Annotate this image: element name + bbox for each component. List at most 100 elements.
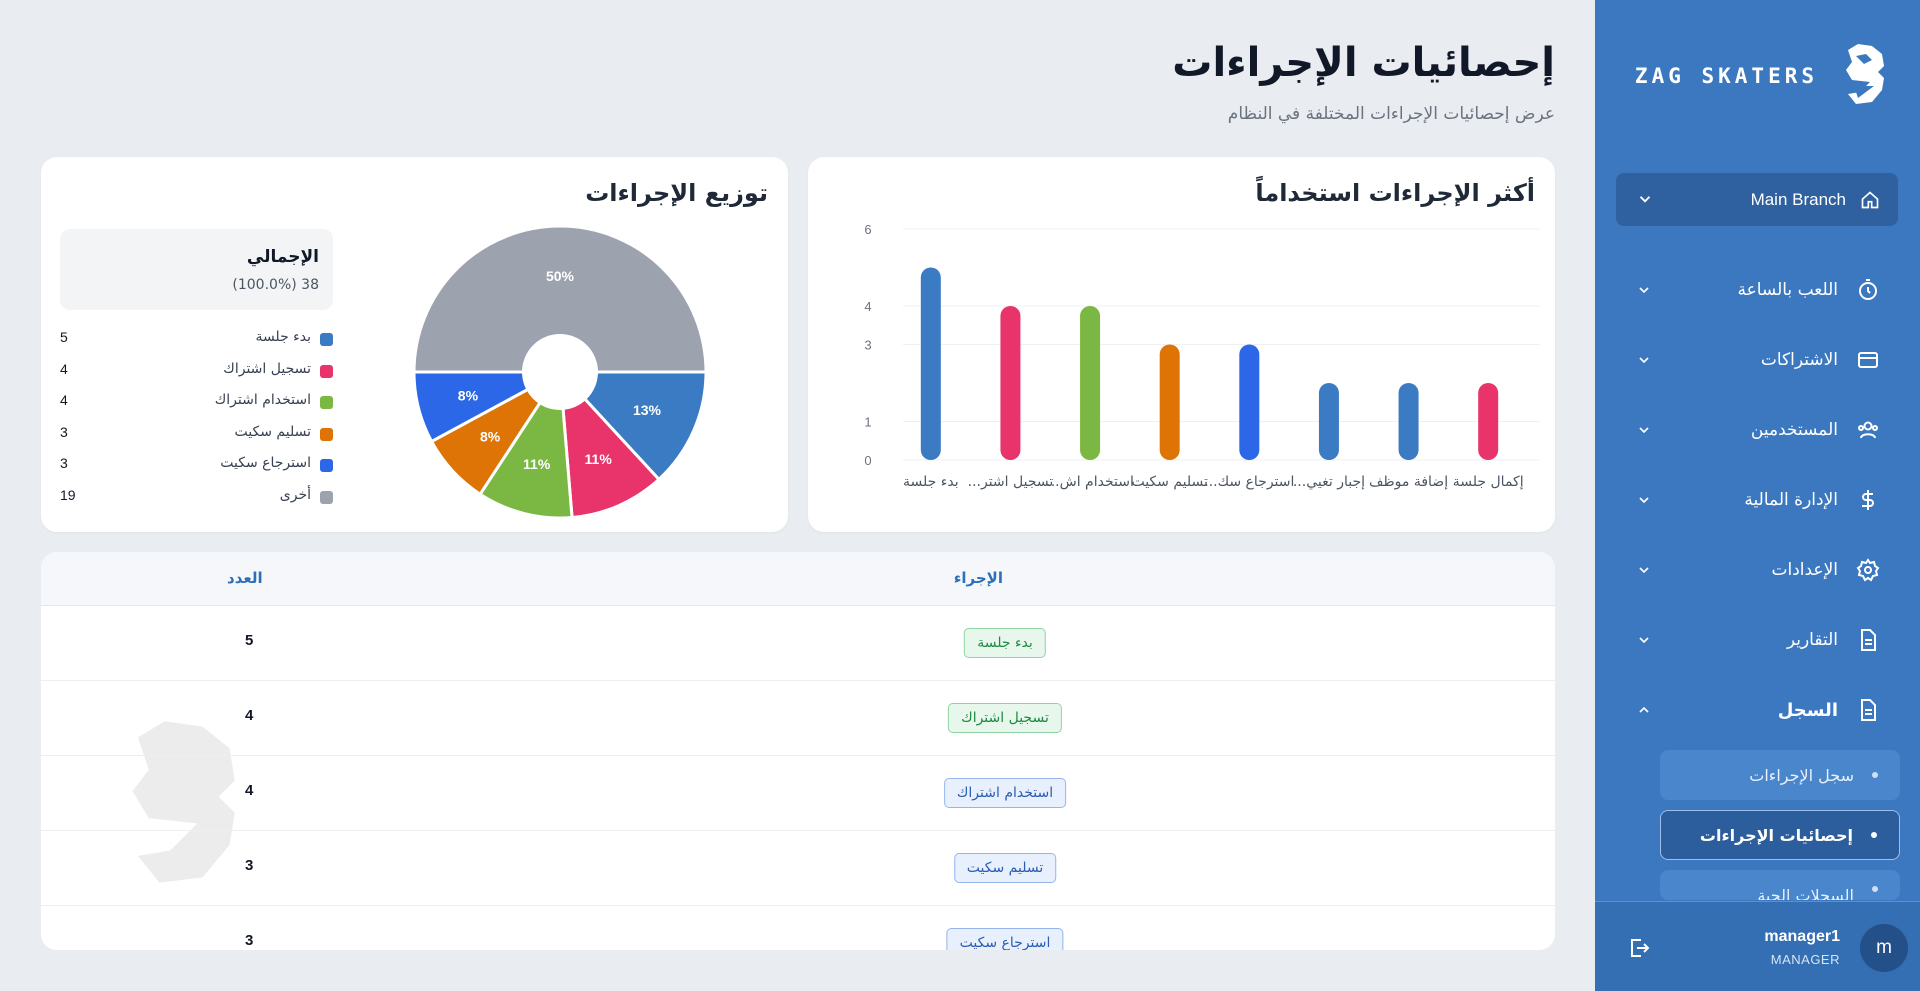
page-subtitle: عرض إحصائيات الإجراءات المختلفة في النظا… [1227,104,1555,124]
table-row[interactable]: تسليم سكيت 3 [41,831,1555,906]
x-tick-label: إضافة موظف [1369,474,1448,490]
bar[interactable] [1000,306,1021,460]
user-panel: m manager1 MANAGER [1595,901,1920,991]
user-name: manager1 [1764,928,1840,945]
legend-item[interactable]: بدء جلسة 5 [60,325,333,357]
document-icon [1861,699,1876,721]
slice-percent-label: 13% [633,402,662,418]
action-badge: تسليم سكيت [953,853,1057,883]
pie-legend: بدء جلسة 5 تسجيل اشتراك 4 استخدام اشتراك 4 تسل… [60,325,333,514]
action-badge: تسجيل اشتراك [948,703,1062,733]
sidebar-item-reports[interactable]: التقارير [1616,618,1898,662]
legend-swatch [320,427,333,441]
table-row[interactable]: تسجيل اشتراك 4 [41,681,1555,756]
x-tick-label: تسجيل اشتر... [968,474,1054,490]
dollar-icon [1862,490,1874,510]
sidebar-item-users[interactable]: المستخدمين [1616,408,1898,452]
column-header-action[interactable]: الإجراء [954,569,1003,587]
chevron-down-icon [1639,637,1649,644]
bar[interactable] [920,267,941,461]
legend-label: بدء جلسة [255,329,311,345]
actions-table: الإجراء العدد بدء جلسة 5 تسجيل اشتراك 4 استخ… [41,552,1555,950]
count-cell: 4 [245,707,254,724]
table-row[interactable]: استرجاع سكيت 3 [41,906,1555,950]
legend-item[interactable]: أخرى 19 [60,483,333,515]
sidebar-subitem-action-stats[interactable]: إحصائيات الإجراءات [1660,810,1900,860]
sidebar-item-hourly-play[interactable]: اللعب بالساعة [1616,268,1898,312]
bullet-icon [1872,886,1878,892]
sidebar-subitem-action-log[interactable]: سجل الإجراءات [1660,750,1900,800]
card-title: توزيع الإجراءات [585,179,768,207]
legend-item[interactable]: استرجاع سكيت 3 [60,451,333,483]
sidebar-item-finance[interactable]: الإدارة المالية [1616,478,1898,522]
legend-swatch [320,364,333,378]
total-value: 38 (100.0%) [232,277,319,293]
slice-percent-label: 8% [480,428,501,444]
table-header: الإجراء العدد [41,552,1555,606]
sidebar-item-log[interactable]: السجل [1616,688,1898,732]
brand[interactable]: ZAG SKATERS [1630,42,1890,112]
legend-item[interactable]: تسجيل اشتراك 4 [60,357,333,389]
sidebar-item-label: الإدارة المالية [1744,490,1838,510]
total-summary: الإجمالي 38 (100.0%) [60,229,333,310]
x-tick-label: إكمال جلسة [1453,474,1524,490]
bar[interactable] [1478,383,1499,460]
sidebar-subitem-label: إحصائيات الإجراءات [1699,825,1853,845]
legend-swatch [320,333,333,346]
logout-icon[interactable] [1627,936,1651,960]
branch-selector[interactable]: Main Branch [1616,173,1898,226]
bar[interactable] [1318,383,1339,460]
x-tick-label: إجبار تغيي... [1293,474,1365,490]
credit-card-icon [1858,352,1878,368]
top-actions-card: أكثر الإجراءات استخداماً 0 1 3 4 6 بدء جلسة تس… [808,157,1555,532]
count-cell: 3 [245,932,254,949]
y-tick-label: 0 [864,453,871,468]
legend-swatch [320,396,333,409]
actions-distribution-card: توزيع الإجراءات 13% 11% 11% 8% 8% 50% الإجمال… [41,157,788,532]
sidebar-subitem-label: السجلات الحية [1757,886,1854,900]
x-tick-label: استخدام اش... [1046,474,1134,490]
sidebar-item-label: الإعدادات [1771,560,1838,580]
legend-label: تسليم سكيت [234,423,311,440]
avatar[interactable]: m [1860,924,1908,972]
legend-value: 4 [60,360,68,377]
slice-percent-label: 8% [458,387,479,403]
legend-item[interactable]: استخدام اشتراك 4 [60,388,333,420]
y-tick-label: 3 [864,338,871,353]
chevron-down-icon [1639,196,1651,203]
chevron-down-icon [1639,497,1649,504]
column-header-count[interactable]: العدد [227,569,263,587]
legend-item[interactable]: تسليم سكيت 3 [60,420,333,452]
action-badge: بدء جلسة [964,628,1046,658]
sidebar-item-label: السجل [1777,699,1838,721]
count-cell: 5 [245,632,254,649]
slice-percent-label: 11% [585,451,613,467]
table-row[interactable]: بدء جلسة 5 [41,606,1555,681]
legend-value: 5 [60,329,68,345]
chevron-up-icon [1639,706,1649,713]
tiger-logo-icon [1846,44,1884,104]
bar-chart: 0 1 3 4 6 بدء جلسة تسجيل اشتر...استخدام اش...ت… [864,222,1540,490]
legend-value: 4 [60,392,68,408]
legend-label: تسجيل اشتراك [223,360,311,377]
legend-label: أخرى [279,486,311,503]
legend-swatch [320,490,333,504]
bar[interactable] [1239,344,1260,461]
bullet-icon [1871,832,1877,838]
y-tick-label: 6 [864,222,871,237]
sidebar-subitem-label: سجل الإجراءات [1749,765,1854,785]
sidebar-subitem-live-logs[interactable]: السجلات الحية [1660,870,1900,900]
table-row[interactable]: استخدام اشتراك 4 [41,756,1555,831]
y-tick-label: 4 [864,299,871,314]
sidebar-item-subscriptions[interactable]: الاشتراكات [1616,338,1898,382]
brand-name: ZAG SKATERS [1634,64,1818,88]
bar[interactable] [1159,344,1180,461]
bar[interactable] [1398,383,1419,460]
sidebar-item-settings[interactable]: الإعدادات [1616,548,1898,592]
count-cell: 4 [245,782,254,799]
action-badge: استخدام اشتراك [943,778,1067,808]
y-tick-label: 1 [864,415,871,430]
legend-value: 3 [60,423,68,440]
bar[interactable] [1080,306,1101,460]
chevron-down-icon [1639,427,1649,434]
